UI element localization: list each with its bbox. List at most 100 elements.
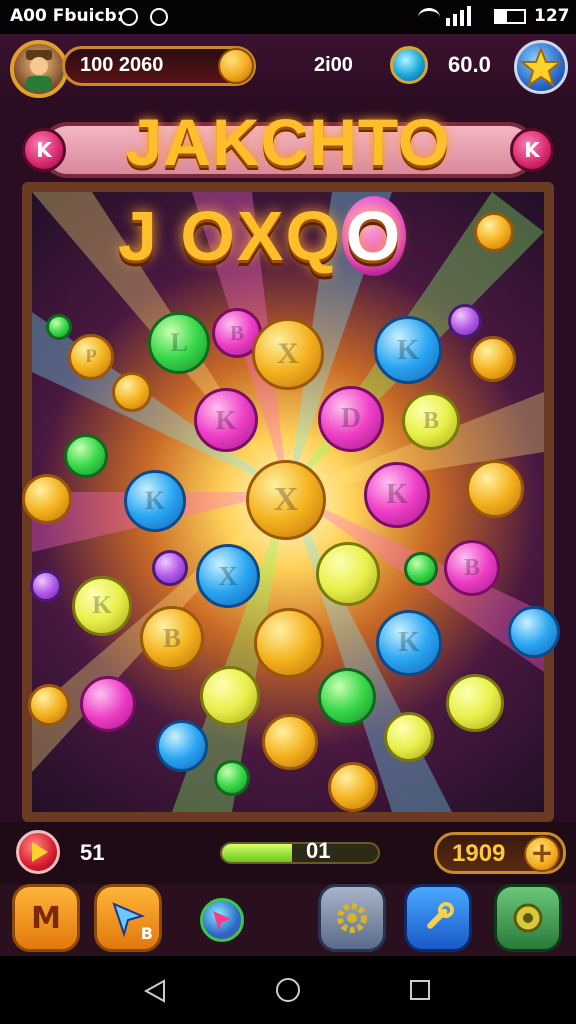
right-gem-badge: K <box>510 128 554 172</box>
coin[interactable] <box>446 674 504 732</box>
coin[interactable]: K <box>364 462 430 528</box>
back-icon[interactable] <box>142 978 168 1004</box>
home-icon[interactable] <box>276 978 300 1002</box>
coin[interactable]: B <box>140 606 204 670</box>
coin[interactable] <box>200 666 260 726</box>
recents-icon[interactable] <box>410 980 430 1000</box>
coin[interactable]: K <box>376 610 442 676</box>
gem-count-value: 2i00 <box>314 54 353 76</box>
coin[interactable] <box>384 712 434 762</box>
badge-button[interactable] <box>494 884 562 952</box>
coin[interactable]: K <box>124 470 186 532</box>
coin[interactable]: B <box>444 540 500 596</box>
coin-letter: K <box>215 404 237 435</box>
coin[interactable]: X <box>196 544 260 608</box>
footer <box>0 884 576 956</box>
coin-letter: K <box>398 627 420 658</box>
play-button[interactable] <box>16 830 60 874</box>
coin[interactable] <box>46 314 72 340</box>
coin[interactable]: P <box>68 334 114 380</box>
coin[interactable]: D <box>318 386 384 452</box>
coin[interactable] <box>28 684 70 726</box>
spin-button[interactable] <box>200 898 244 942</box>
coin[interactable] <box>30 570 62 602</box>
wifi-icon <box>418 8 440 27</box>
game-title: JAKCHTO <box>125 105 451 179</box>
coin[interactable]: K <box>194 388 258 452</box>
coin[interactable] <box>448 304 482 338</box>
progress-track <box>220 842 380 864</box>
battery-icon <box>494 9 526 24</box>
coin[interactable]: K <box>72 576 132 636</box>
coin[interactable] <box>508 606 560 658</box>
m-icon: M <box>31 900 61 936</box>
plus-icon: + <box>530 836 554 869</box>
coin[interactable] <box>470 336 516 382</box>
gear-icon <box>337 903 367 933</box>
coin-letter: B <box>463 554 480 581</box>
notification-icon <box>120 8 138 26</box>
coin[interactable]: B <box>402 392 460 450</box>
coin-letter: K <box>396 333 420 366</box>
coin[interactable] <box>214 760 250 796</box>
badge-icon <box>513 903 543 933</box>
coin-letter: B <box>229 320 244 345</box>
menu-button[interactable]: M <box>12 884 80 952</box>
clock-icon <box>150 8 168 26</box>
coin[interactable] <box>156 720 208 772</box>
bonus-word-highlight: O <box>341 196 406 276</box>
signal-icon <box>444 6 486 26</box>
coin[interactable] <box>64 434 108 478</box>
status-time: 127 <box>534 6 570 26</box>
coin-letter: X <box>273 481 299 518</box>
coin[interactable]: X <box>252 318 324 390</box>
level-value: 51 <box>80 840 105 865</box>
coin-icon <box>218 48 254 84</box>
player-avatar[interactable] <box>10 40 68 98</box>
bank-value: 1909 <box>452 840 506 867</box>
bottom-bar: 51 01 1909 + <box>0 822 576 884</box>
star-button[interactable] <box>514 40 568 94</box>
arrow-button[interactable]: B <box>94 884 162 952</box>
coin[interactable]: X <box>246 460 326 540</box>
coin[interactable] <box>262 714 318 770</box>
spin-icon <box>213 911 231 931</box>
coin-letter: K <box>92 592 112 619</box>
coin[interactable] <box>254 608 324 678</box>
coin-letter: B <box>162 622 181 653</box>
coin-letter: D <box>340 403 362 434</box>
coin-letter: X <box>218 560 238 591</box>
tool-button[interactable] <box>404 884 472 952</box>
coin-letter: K <box>386 479 408 510</box>
score-value: 60.0 <box>448 52 491 77</box>
coin[interactable] <box>474 212 514 252</box>
add-coins-button[interactable]: + <box>524 836 560 872</box>
wrench-icon <box>427 902 454 929</box>
coin[interactable]: K <box>374 316 442 384</box>
coin[interactable] <box>404 552 438 586</box>
coin-letter: B <box>422 407 439 434</box>
coin-balance-value: 100 2060 <box>80 54 164 76</box>
coin-letter: X <box>277 337 299 370</box>
coin[interactable] <box>22 474 72 524</box>
coin-letter: K <box>144 486 166 515</box>
blue-gem-icon <box>390 46 428 84</box>
star-icon <box>519 46 563 88</box>
bonus-word: J OXQO <box>118 196 406 276</box>
coin[interactable] <box>318 668 376 726</box>
coin[interactable]: L <box>148 312 210 374</box>
system-nav-bar <box>0 956 576 1024</box>
coin-letter: P <box>85 346 97 367</box>
top-bar: 100 2060 2i00 60.0 <box>0 34 576 104</box>
status-bar: A00 Fbuicb: 127 <box>0 0 576 34</box>
coin[interactable] <box>316 542 380 606</box>
coin[interactable] <box>328 762 378 812</box>
coin[interactable] <box>80 676 136 732</box>
settings-button[interactable] <box>318 884 386 952</box>
coin-letter: L <box>170 328 188 357</box>
bonus-word-text: J OXQ <box>118 197 342 275</box>
coin[interactable] <box>466 460 524 518</box>
coin[interactable] <box>112 372 152 412</box>
play-icon <box>32 842 48 862</box>
coin[interactable] <box>152 550 188 586</box>
